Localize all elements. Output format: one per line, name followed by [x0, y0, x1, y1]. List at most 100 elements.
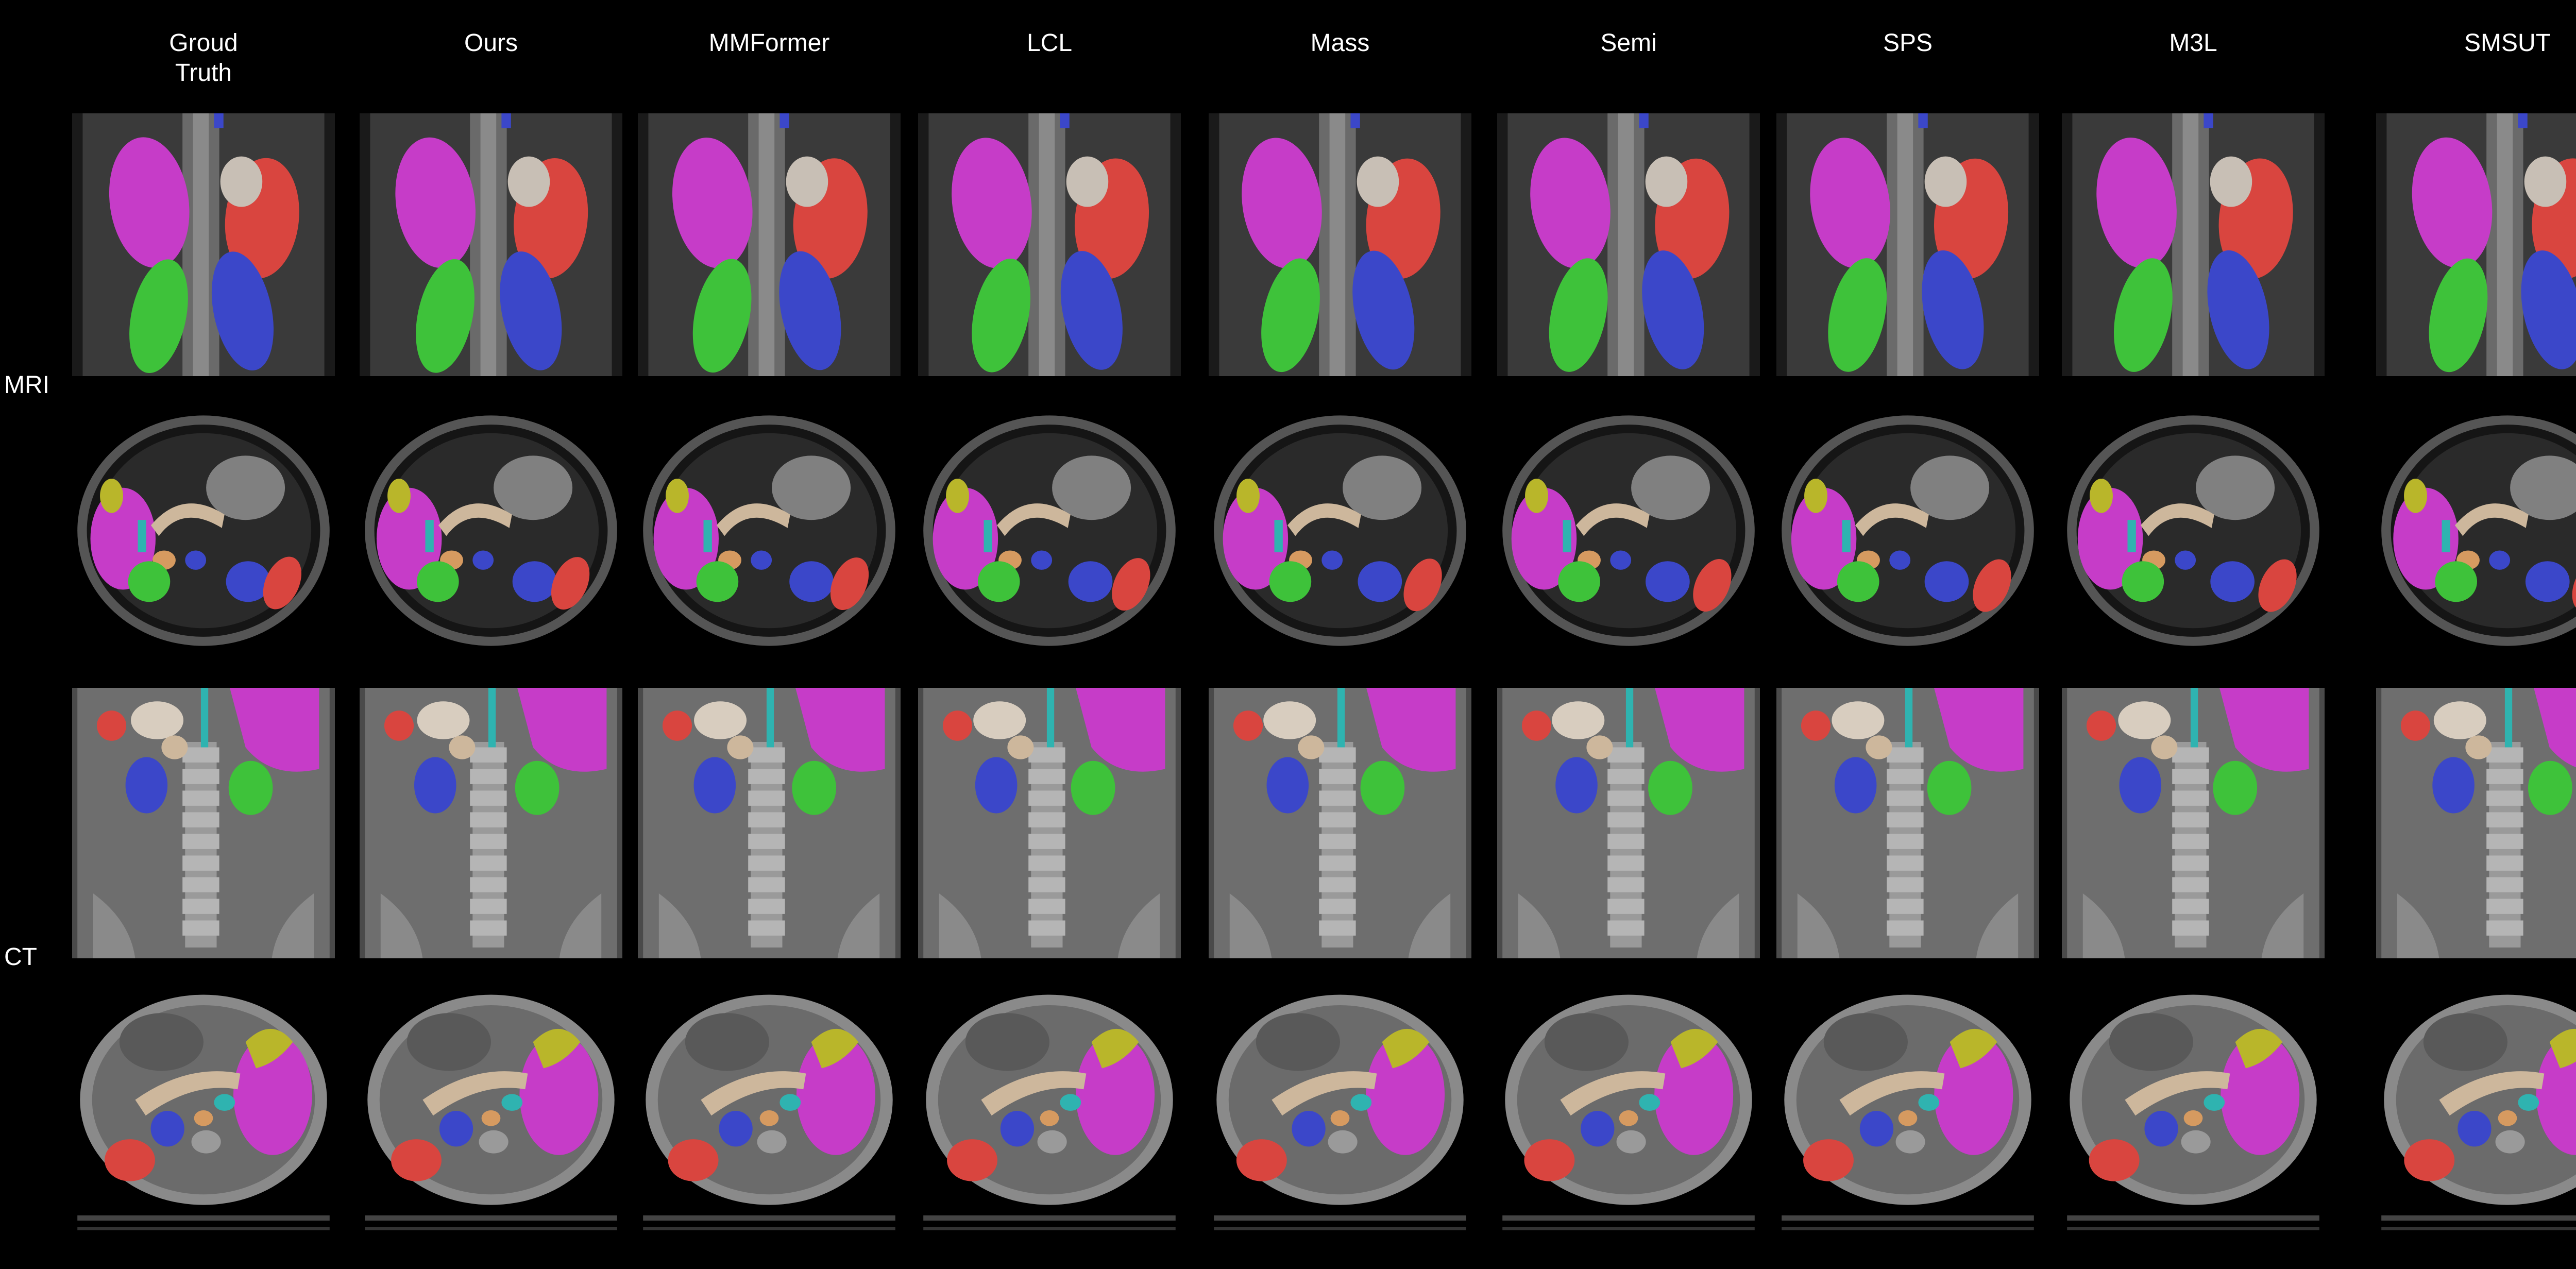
- scan-image: [1497, 688, 1760, 958]
- vertebra: [470, 790, 507, 806]
- pancreas-region: [449, 735, 476, 759]
- vessel-region: [1918, 113, 1928, 128]
- segmentation-panel-mri-axial-smsut: [2376, 397, 2576, 665]
- gallbladder-region: [2090, 479, 2113, 513]
- spinal-column: [2182, 113, 2199, 376]
- vertebra: [182, 877, 219, 892]
- segmentation-panel-mri-axial-sps: [1776, 397, 2039, 665]
- scan-image: [360, 688, 622, 958]
- spinal-column: [758, 113, 775, 376]
- left-kidney-region: [1068, 561, 1113, 602]
- vertebra: [182, 812, 219, 827]
- aorta-region: [1040, 1110, 1059, 1126]
- scan-image: [1776, 113, 2039, 376]
- pancreas-region: [1586, 735, 1613, 759]
- right-kidney-region: [515, 760, 560, 815]
- stomach-region: [507, 156, 550, 207]
- stomach-region: [1357, 156, 1399, 207]
- left-kidney-region: [512, 561, 557, 602]
- scan-image: [360, 979, 622, 1242]
- table-line: [923, 1227, 1176, 1230]
- scan-image: [638, 397, 901, 665]
- ivc-region: [2442, 520, 2450, 552]
- scan-image: [72, 979, 335, 1242]
- scan-image: [2376, 688, 2576, 958]
- bowel-region: [1823, 1013, 1908, 1071]
- segmentation-panel-mri-coronal-mmformer: [638, 113, 901, 376]
- left-kidney-region: [1859, 1111, 1894, 1147]
- spinal-column: [1618, 113, 1634, 376]
- spleen-region: [2404, 1139, 2455, 1181]
- left-kidney-region: [1358, 561, 1402, 602]
- ivc-region: [2190, 688, 2198, 748]
- pancreas-region: [1007, 735, 1034, 759]
- scan-image: [1209, 397, 1471, 665]
- ivc-region: [2504, 688, 2513, 748]
- vertebra: [470, 855, 507, 871]
- vertebra: [748, 920, 785, 936]
- ivc-region: [1842, 520, 1851, 552]
- scan-image: [638, 979, 901, 1242]
- vessel-region: [1610, 550, 1632, 570]
- aorta-region: [2498, 1110, 2517, 1126]
- stomach-region: [786, 156, 828, 207]
- aorta-region: [481, 1110, 501, 1126]
- vertebra: [1887, 899, 1924, 914]
- right-kidney-region: [1558, 561, 1600, 602]
- stomach-region: [1832, 701, 1885, 739]
- segmentation-panel-ct-axial-sps: [1776, 979, 2039, 1242]
- row-label-ct: CT: [4, 943, 37, 971]
- right-kidney-region: [2213, 760, 2258, 815]
- vertebra: [2486, 920, 2523, 936]
- right-kidney-region: [696, 561, 739, 602]
- table-line: [365, 1227, 617, 1230]
- stomach-region: [1645, 156, 1688, 207]
- bowel-region: [2423, 1013, 2507, 1071]
- bowel-region: [1544, 1013, 1629, 1071]
- vertebra: [470, 747, 507, 763]
- left-kidney-region: [125, 757, 168, 814]
- column-header-sps: SPS: [1883, 29, 1933, 57]
- column-header-smsut: SMSUT: [2464, 29, 2551, 57]
- left-kidney-region: [975, 757, 1018, 814]
- vertebra: [757, 1130, 787, 1154]
- scan-image: [638, 688, 901, 958]
- vertebra: [748, 855, 785, 871]
- vertebra: [182, 855, 219, 871]
- gallbladder-region: [666, 479, 689, 513]
- vertebra: [1607, 769, 1645, 784]
- vertebra: [470, 899, 507, 914]
- vertebra: [1319, 877, 1356, 892]
- ivc-region: [703, 520, 712, 552]
- spleen-region: [1521, 710, 1552, 741]
- bowel-region: [1910, 455, 1990, 520]
- vessel-region: [2489, 550, 2511, 570]
- vertebra: [470, 877, 507, 892]
- scan-image: [2062, 979, 2325, 1242]
- segmentation-panel-ct-axial-mass: [1209, 979, 1471, 1242]
- spleen-region: [947, 1139, 997, 1181]
- vertebra: [182, 790, 219, 806]
- segmentation-panel-mri-axial-mmformer: [638, 397, 901, 665]
- right-kidney-region: [1648, 760, 1692, 815]
- spleen-region: [1801, 710, 1831, 741]
- stomach-region: [131, 701, 184, 739]
- ivc-region: [1274, 520, 1283, 552]
- aorta-region: [1330, 1110, 1350, 1126]
- left-kidney-region: [719, 1111, 753, 1147]
- ivc-region: [1918, 1094, 1940, 1111]
- vertebra: [1028, 769, 1065, 784]
- vertebra: [182, 747, 219, 763]
- left-kidney-region: [1555, 757, 1598, 814]
- table-line: [643, 1227, 895, 1230]
- segmentation-panel-ct-axial-m3l: [2062, 979, 2325, 1242]
- vertebra: [1028, 747, 1065, 763]
- vessel-region: [751, 550, 772, 570]
- vertebra: [1037, 1130, 1067, 1154]
- stomach-region: [220, 156, 263, 207]
- spinal-column: [1329, 113, 1346, 376]
- vertebra: [1607, 855, 1645, 871]
- vertebra: [182, 769, 219, 784]
- spleen-region: [1524, 1139, 1575, 1181]
- scan-image: [1209, 688, 1471, 958]
